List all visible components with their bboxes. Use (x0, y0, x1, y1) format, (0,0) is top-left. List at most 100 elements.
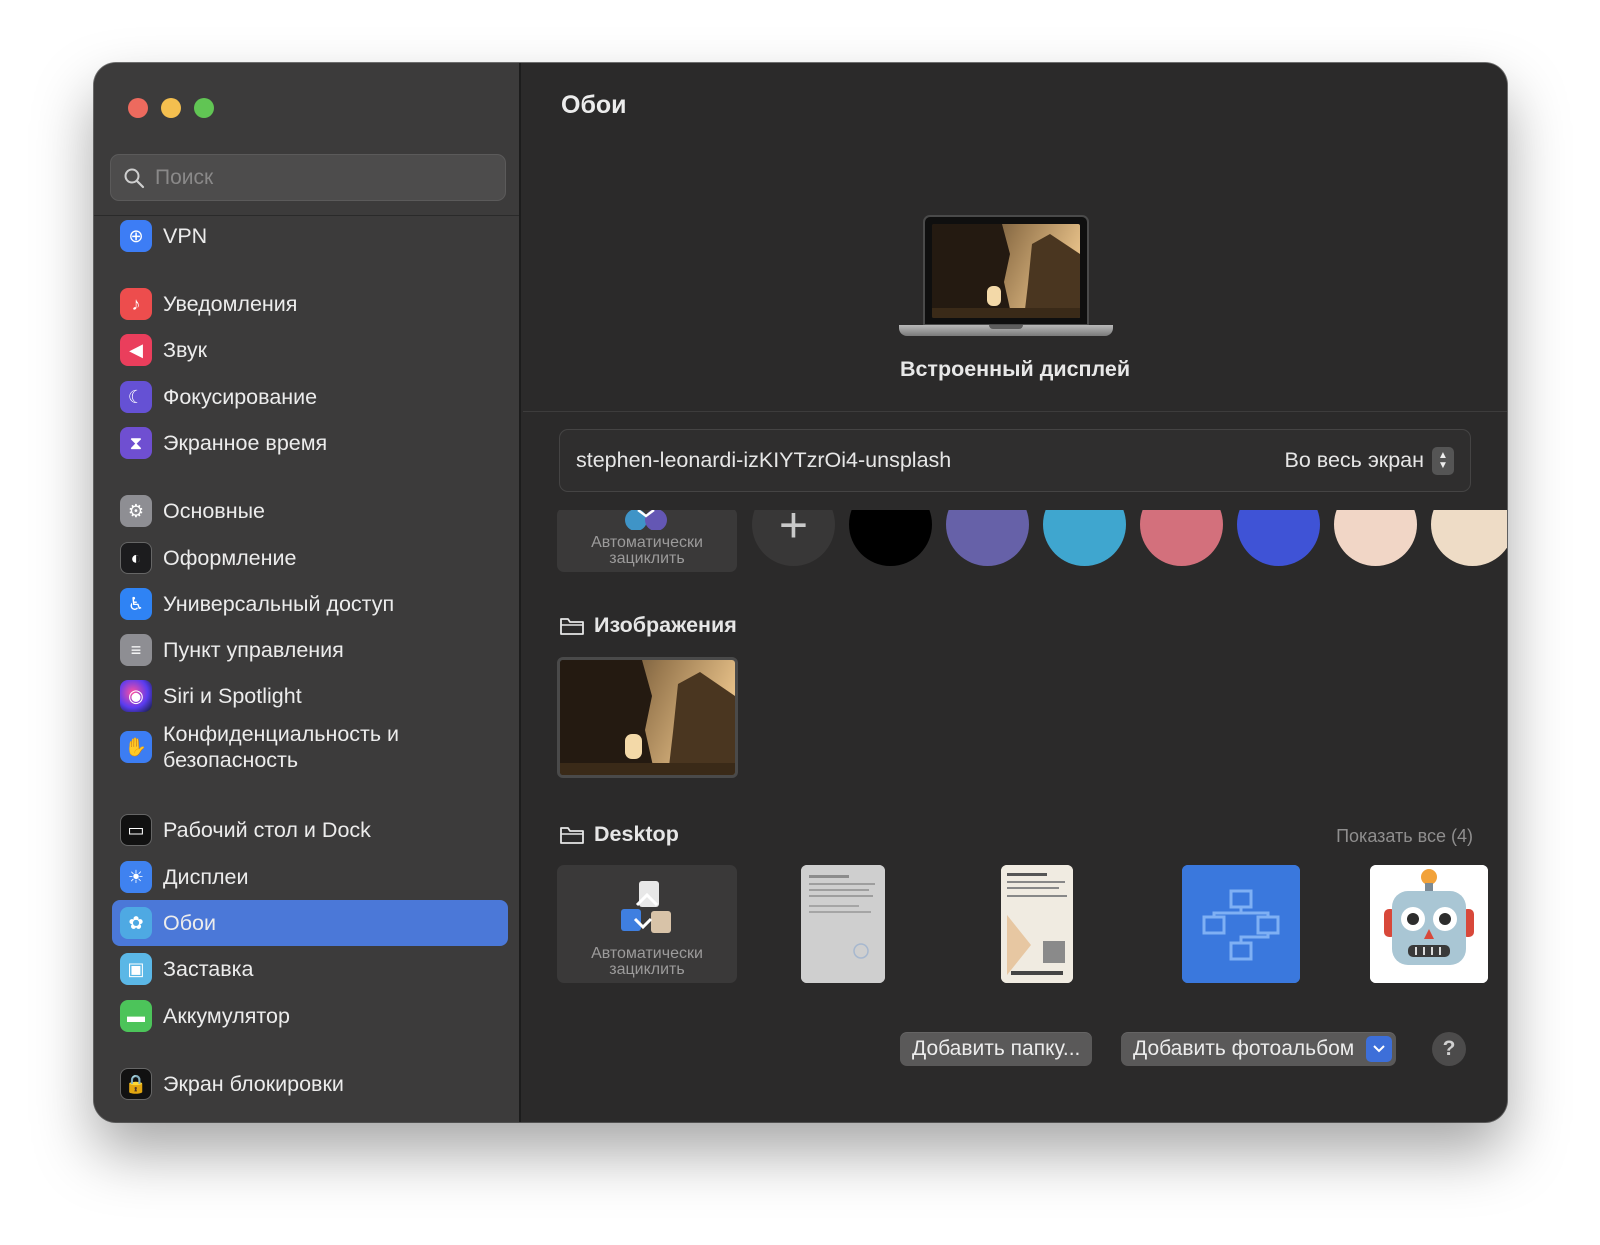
shuffle-color-icon (625, 510, 667, 530)
screensaver-icon: ▣ (120, 953, 152, 985)
hand-icon: ✋ (120, 731, 152, 763)
sidebar-item-displays[interactable]: ☀ Дисплеи (112, 854, 508, 900)
recycle-photos-icon (621, 881, 671, 933)
color-swatch[interactable] (946, 510, 1029, 566)
desktop-thumb-diagram[interactable] (1182, 865, 1300, 983)
sidebar-item-label: Экран блокировки (163, 1072, 344, 1096)
sidebar-item-label: Siri и Spotlight (163, 684, 302, 708)
receipt-image (1001, 865, 1073, 983)
color-swatch[interactable] (1334, 510, 1417, 566)
sidebar-item-vpn[interactable]: ⊕ VPN (112, 213, 508, 259)
appearance-icon: ◐ (120, 542, 152, 574)
hourglass-icon: ⧗ (120, 427, 152, 459)
dock-icon: ▭ (120, 814, 152, 846)
globe-icon: ⊕ (120, 220, 152, 252)
sidebar-item-accessibility[interactable]: ♿ Универсальный доступ (112, 581, 508, 627)
sidebar-item-label: Дисплеи (163, 865, 249, 889)
wallpaper-thumb-selected[interactable] (557, 657, 738, 778)
sidebar-item-controlcenter[interactable]: ≡ Пункт управления (112, 627, 508, 673)
sidebar-item-siri[interactable]: ◉ Siri и Spotlight (112, 673, 508, 719)
desktop-thumb-document-1[interactable] (801, 865, 885, 983)
flower-icon: ✿ (120, 907, 152, 939)
speaker-icon: ◀ (120, 334, 152, 366)
color-swatch[interactable] (1237, 510, 1320, 566)
desktop-section-header: Desktop (559, 822, 679, 847)
updown-chevron-icon: ▲ ▼ (1432, 446, 1454, 475)
sidebar-item-label: Обои (163, 911, 217, 935)
sidebar-item-lockscreen[interactable]: 🔒 Экран блокировки (112, 1061, 508, 1107)
auto-cycle-color-tile[interactable]: Автоматически зациклить (557, 510, 737, 572)
desktop-thumb-document-2[interactable] (1001, 865, 1073, 983)
sidebar-item-sound[interactable]: ◀ Звук (112, 327, 508, 373)
desktop-section-title: Desktop (594, 822, 679, 846)
wallpaper-preview-image (932, 224, 1080, 318)
sidebar-item-label: Оформление (163, 546, 297, 570)
color-swatch[interactable] (1140, 510, 1223, 566)
fit-select[interactable]: Во весь экран ▲ ▼ (1284, 446, 1454, 475)
color-swatch[interactable] (849, 510, 932, 566)
display-preview: Обои Встроенный дисплей (523, 63, 1507, 412)
color-swatch-row: Автоматически зациклить + (523, 510, 1507, 572)
sidebar-item-label: VPN (163, 224, 208, 248)
desktop-thumb-robot[interactable] (1370, 865, 1488, 983)
sidebar-item-appearance[interactable]: ◐ Оформление (112, 535, 508, 581)
moon-icon: ☾ (120, 381, 152, 413)
folder-icon (560, 617, 584, 635)
toggles-icon: ≡ (120, 634, 152, 666)
images-section-title: Изображения (594, 613, 737, 637)
search-field[interactable] (110, 154, 506, 201)
display-name: Встроенный дисплей (899, 357, 1131, 381)
main-pane: Обои Встроенный дисплей stephen-leonardi… (523, 63, 1507, 1122)
accessibility-icon: ♿ (120, 588, 152, 620)
add-folder-button[interactable]: Добавить папку... (900, 1032, 1093, 1066)
sidebar-item-label: Рабочий стол и Dock (163, 818, 371, 842)
show-all-link[interactable]: Показать все (4) (1336, 826, 1473, 847)
sidebar-item-label: Фокусирование (163, 385, 318, 409)
sun-icon: ☀ (120, 861, 152, 893)
folder-icon (560, 826, 584, 844)
window-controls (128, 98, 214, 118)
sidebar-item-desktopdock[interactable]: ▭ Рабочий стол и Dock (112, 807, 508, 853)
sidebar-item-notifications[interactable]: ♪ Уведомления (112, 281, 508, 327)
zoom-button[interactable] (194, 98, 214, 118)
sidebar-item-label: Универсальный доступ (163, 592, 395, 616)
search-input[interactable] (155, 165, 475, 190)
siri-icon: ◉ (120, 680, 152, 712)
color-swatch[interactable] (1431, 510, 1507, 566)
add-folder-label: Добавить папку... (912, 1037, 1081, 1060)
gear-icon: ⚙ (120, 495, 152, 527)
sidebar-item-screensaver[interactable]: ▣ Заставка (112, 946, 508, 992)
auto-cycle-desktop-label: Автоматически зациклить (591, 945, 703, 978)
auto-cycle-desktop-tile[interactable]: Автоматически зациклить (557, 865, 737, 983)
minimize-button[interactable] (161, 98, 181, 118)
wallpaper-scroll-area[interactable]: Автоматически зациклить + Изображения De… (523, 510, 1507, 1122)
bell-icon: ♪ (120, 288, 152, 320)
sidebar-item-label: Звук (163, 338, 208, 362)
close-button[interactable] (128, 98, 148, 118)
sidebar-item-battery[interactable]: ▬ Аккумулятор (112, 993, 508, 1039)
sidebar-item-screentime[interactable]: ⧗ Экранное время (112, 420, 508, 466)
wallpaper-info-bar: stephen-leonardi-izKIYTzrOi4-unsplash Во… (559, 429, 1471, 492)
add-color-button[interactable]: + (752, 510, 835, 566)
add-photo-album-button[interactable]: Добавить фотоальбом (1121, 1032, 1397, 1066)
sidebar-item-focus[interactable]: ☾ Фокусирование (112, 374, 508, 420)
chevron-down-icon[interactable] (1366, 1036, 1393, 1062)
sidebar-item-label: Уведомления (163, 292, 298, 316)
sidebar-item-label: Пункт управления (163, 638, 344, 662)
sidebar-item-label: Заставка (163, 957, 254, 981)
sidebar: ⊕ VPN ♪ Уведомления ◀ Звук ☾ Фокусирование ⧗ Экра… (94, 63, 521, 1122)
wallpaper-name: stephen-leonardi-izKIYTzrOi4-unsplash (576, 448, 952, 472)
help-button[interactable]: ? (1432, 1032, 1466, 1066)
search-icon (124, 168, 145, 188)
sidebar-item-privacy[interactable]: ✋ Конфиденциальность и безопасность (112, 716, 508, 778)
page-title: Обои (561, 91, 627, 119)
add-photo-album-label: Добавить фотоальбом (1133, 1037, 1355, 1060)
sidebar-item-wallpaper[interactable]: ✿ Обои (112, 900, 508, 946)
color-swatch[interactable] (1043, 510, 1126, 566)
fit-select-value: Во весь экран (1284, 448, 1425, 472)
document-scan-image (801, 865, 885, 983)
laptop-screen (923, 215, 1089, 326)
flowchart-icon (1182, 865, 1300, 983)
wallpaper-thumbnail-image (560, 660, 735, 775)
sidebar-item-general[interactable]: ⚙ Основные (112, 488, 508, 534)
